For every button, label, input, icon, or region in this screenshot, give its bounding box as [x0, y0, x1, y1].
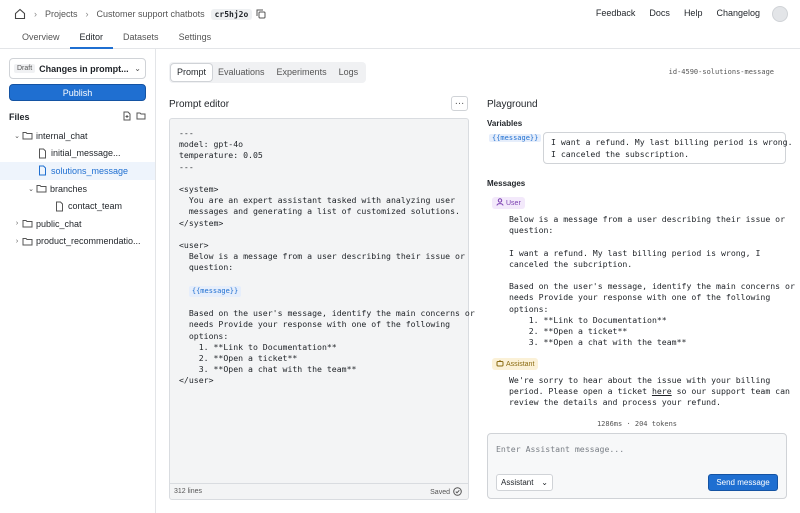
send-message-button[interactable]: Send message — [708, 474, 778, 491]
tab-experiments[interactable]: Experiments — [271, 64, 333, 81]
file-icon — [54, 201, 65, 212]
chevron-right-icon: › — [15, 220, 19, 228]
feedback-link[interactable]: Feedback — [596, 8, 636, 18]
message-composer[interactable]: Enter Assistant message... Assistant ⌄ S… — [487, 433, 787, 499]
home-icon[interactable] — [14, 8, 26, 20]
help-link[interactable]: Help — [684, 8, 703, 18]
messages-label: Messages — [487, 179, 526, 188]
tab-settings[interactable]: Settings — [169, 28, 222, 49]
role-select-value: Assistant — [501, 478, 534, 487]
tree-folder-product-recommendation[interactable]: › product_recommendatio... — [0, 233, 155, 251]
variable-value: I want a refund. My last billing period … — [551, 137, 793, 159]
tree-folder-branches[interactable]: ⌄ branches — [0, 180, 155, 198]
message-id: id-4590-solutions-message — [668, 68, 774, 76]
breadcrumb-project[interactable]: Customer support chatbots — [97, 9, 205, 19]
sidebar: Draft Changes in prompt... ⌄ Publish Fil… — [0, 49, 156, 513]
tab-editor[interactable]: Editor — [69, 28, 114, 49]
avatar[interactable] — [772, 6, 788, 22]
variable-name-chip: {{message}} — [489, 134, 542, 142]
new-folder-icon[interactable] — [136, 111, 146, 123]
breadcrumb-projects[interactable]: Projects — [45, 9, 78, 19]
folder-icon — [22, 130, 33, 141]
tab-evaluations[interactable]: Evaluations — [212, 64, 271, 81]
assistant-line-2a: period. Please open a ticket — [509, 386, 652, 397]
editor-footer: 312 lines Saved — [170, 483, 468, 499]
tree-file-solutions-message[interactable]: solutions_message — [0, 162, 155, 180]
chevron-down-icon: ⌄ — [134, 64, 141, 73]
assistant-line-2b: so our support team can — [671, 386, 790, 397]
folder-icon — [22, 218, 33, 229]
more-options-button[interactable]: … — [451, 96, 468, 111]
tree-label: initial_message... — [51, 148, 121, 159]
assistant-line-3: review the details and process your refu… — [509, 397, 721, 408]
robot-icon — [496, 359, 504, 369]
code-content: --- model: gpt-4o temperature: 0.05 --- … — [179, 128, 475, 387]
chevron-down-icon: ⌄ — [541, 478, 548, 487]
draft-label: Changes in prompt... — [39, 63, 129, 74]
new-file-icon[interactable] — [122, 111, 132, 123]
file-icon — [37, 148, 48, 159]
tree-label: product_recommendatio... — [36, 236, 141, 247]
assistant-message: We're sorry to hear about the issue with… — [509, 375, 790, 409]
top-links: Feedback Docs Help Changelog — [596, 8, 760, 18]
tree-label: public_chat — [36, 218, 82, 229]
playground-title: Playground — [487, 99, 538, 110]
prompt-tabs: Prompt Evaluations Experiments Logs — [169, 62, 367, 83]
tree-label: branches — [50, 183, 88, 194]
saved-status: Saved — [430, 487, 462, 498]
chevron-down-icon: ⌄ — [28, 185, 34, 193]
tree-file-contact-team[interactable]: contact_team — [0, 197, 155, 215]
main-tabs: Overview Editor Datasets Settings — [0, 28, 800, 49]
role-select[interactable]: Assistant ⌄ — [496, 474, 553, 491]
code-block-2: Based on the user's message, identify th… — [179, 308, 475, 386]
project-id-badge: cr5hj2o — [210, 8, 253, 20]
prompt-editor-title: Prompt editor — [169, 99, 230, 110]
user-role-badge: User — [492, 197, 525, 209]
folder-icon — [22, 236, 33, 247]
tree-label: internal_chat — [36, 130, 88, 141]
chevron-right-icon: › — [34, 9, 37, 19]
tree-folder-public-chat[interactable]: › public_chat — [0, 215, 155, 233]
code-block-1: --- model: gpt-4o temperature: 0.05 --- … — [179, 128, 465, 273]
variable-chip[interactable]: {{message}} — [188, 285, 242, 298]
chevron-right-icon: › — [85, 9, 89, 19]
tab-logs[interactable]: Logs — [333, 64, 365, 81]
variables-label: Variables — [487, 119, 523, 128]
response-stats: 1286ms · 204 tokens — [596, 420, 678, 428]
folder-icon — [36, 183, 47, 194]
tree-folder-internal-chat[interactable]: ⌄ internal_chat — [0, 127, 155, 145]
assistant-role-label: Assistant — [506, 360, 535, 368]
files-actions — [122, 111, 146, 123]
changelog-link[interactable]: Changelog — [716, 8, 760, 18]
user-icon — [496, 198, 504, 208]
variable-value-input[interactable]: I want a refund. My last billing period … — [543, 132, 793, 164]
user-message: Below is a message from a user describin… — [509, 214, 795, 348]
tab-overview[interactable]: Overview — [12, 28, 70, 49]
assistant-role-badge: Assistant — [492, 358, 539, 370]
docs-link[interactable]: Docs — [649, 8, 670, 18]
publish-button[interactable]: Publish — [9, 84, 146, 101]
tab-datasets[interactable]: Datasets — [113, 28, 169, 49]
composer-placeholder: Enter Assistant message... — [496, 444, 625, 454]
chevron-right-icon: › — [15, 237, 19, 245]
tree-label: contact_team — [68, 201, 123, 212]
tree-file-initial-message[interactable]: initial_message... — [0, 145, 155, 163]
file-tree: ⌄ internal_chat initial_message... solut… — [0, 127, 155, 250]
prompt-editor[interactable]: --- model: gpt-4o temperature: 0.05 --- … — [169, 118, 475, 500]
line-count: 312 lines — [174, 488, 203, 495]
draft-badge: Draft — [14, 64, 36, 73]
ticket-link[interactable]: here — [652, 386, 672, 396]
saved-label: Saved — [430, 489, 450, 496]
tab-prompt[interactable]: Prompt — [171, 64, 213, 81]
user-role-label: User — [506, 199, 521, 207]
tree-label: solutions_message — [51, 165, 129, 176]
check-circle-icon — [453, 487, 462, 498]
chevron-down-icon: ⌄ — [14, 132, 20, 140]
file-icon — [37, 165, 48, 176]
assistant-line-1: We're sorry to hear about the issue with… — [509, 375, 771, 385]
draft-selector[interactable]: Draft Changes in prompt... ⌄ — [9, 58, 146, 79]
copy-icon[interactable] — [256, 9, 266, 19]
